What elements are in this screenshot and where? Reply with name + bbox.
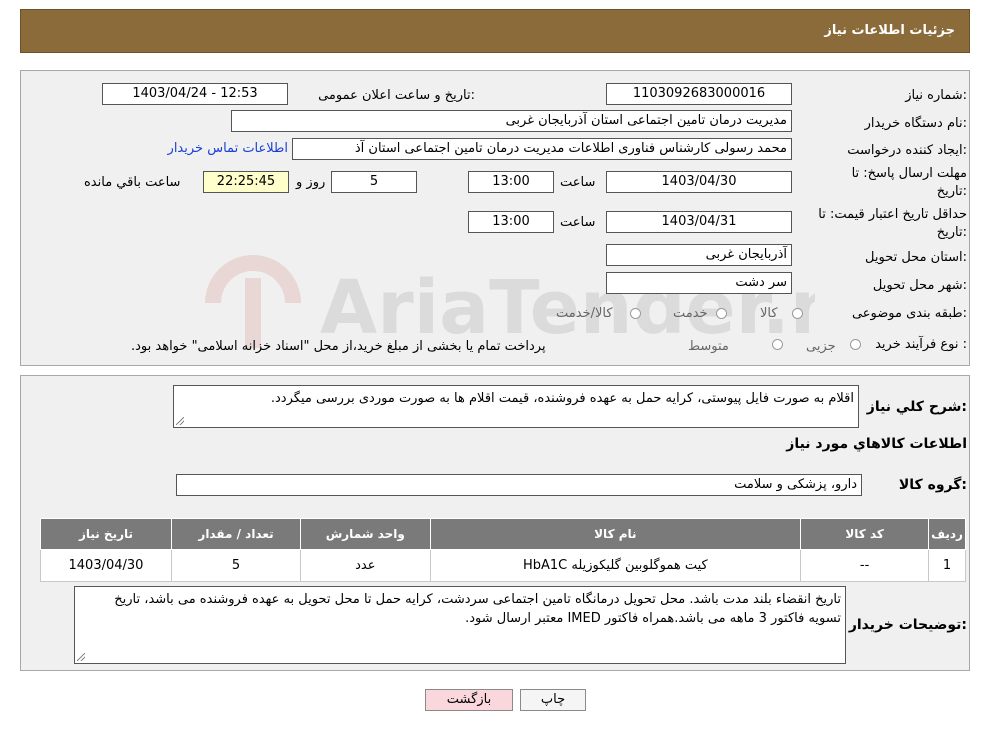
- reply-time-label: ساعت: [560, 175, 596, 190]
- col-code-header: کد کالا: [800, 518, 930, 550]
- table-row: 1 -- کیت هموگلوبین گلیکوزیله HbA1C عدد 5…: [40, 549, 966, 582]
- col-qty-header: تعداد / مقدار: [170, 518, 302, 550]
- buyer-org-label: نام دستگاه خریدار:: [864, 116, 967, 131]
- print-button[interactable]: چاپ: [520, 689, 586, 711]
- cell-code: --: [800, 549, 930, 582]
- reply-deadline-label-2: تاریخ:: [936, 184, 967, 199]
- reply-deadline-time: 13:00: [468, 171, 554, 193]
- items-table: ردیف کد کالا نام کالا واحد شمارش تعداد /…: [40, 518, 966, 582]
- price-validity-time-label: ساعت: [560, 215, 596, 230]
- purchase-partial-label: جزیی: [806, 339, 836, 354]
- buyer-notes-text: تاریخ انقضاء بلند مدت باشد. محل تحویل در…: [114, 592, 841, 626]
- page-title: جزئیات اطلاعات نیاز: [824, 23, 955, 38]
- description-resize-grip[interactable]: [176, 417, 184, 425]
- purchase-partial-radio[interactable]: [850, 339, 861, 350]
- price-validity-time: 13:00: [468, 211, 554, 233]
- requester-label: ایجاد کننده درخواست:: [847, 143, 967, 158]
- delivery-province-field: آذربایجان غربی: [606, 244, 792, 266]
- buyer-contact-link[interactable]: اطلاعات تماس خریدار: [168, 141, 288, 156]
- buyer-notes-resize-grip[interactable]: [77, 653, 85, 661]
- remaining-time-field: 22:25:45: [203, 171, 289, 193]
- purchase-type-label: نوع فرآیند خرید :: [875, 337, 967, 352]
- cell-qty: 5: [170, 549, 302, 582]
- price-validity-label-2: تاریخ:: [936, 225, 967, 240]
- purchase-note: پرداخت تمام یا بخشی از مبلغ خرید،از محل …: [131, 339, 546, 354]
- back-button[interactable]: بازگشت: [425, 689, 513, 711]
- description-field: اقلام به صورت فایل پیوستی، کرایه حمل به …: [173, 385, 859, 428]
- reply-deadline-label-1: مهلت ارسال پاسخ: تا: [851, 166, 967, 181]
- reply-days-label: روز و: [296, 175, 326, 190]
- category-label: طبقه بندی موضوعی:: [851, 306, 967, 321]
- announce-datetime-label: تاریخ و ساعت اعلان عمومی:: [318, 88, 475, 103]
- category-goods-service-radio[interactable]: [630, 308, 641, 319]
- delivery-city-label: شهر محل تحویل:: [872, 278, 967, 293]
- col-date-header: تاریخ نیاز: [40, 518, 172, 550]
- cell-unit: عدد: [300, 549, 431, 582]
- cell-name: کیت هموگلوبین گلیکوزیله HbA1C: [429, 549, 802, 582]
- buyer-org-field: مدیریت درمان تامین اجتماعی استان آذربایج…: [231, 110, 792, 132]
- category-service-radio[interactable]: [716, 308, 727, 319]
- need-number-label: شماره نیاز:: [905, 88, 967, 103]
- col-row-header: ردیف: [928, 518, 966, 550]
- price-validity-date: 1403/04/31: [606, 211, 792, 233]
- description-text: اقلام به صورت فایل پیوستی، کرایه حمل به …: [270, 391, 854, 406]
- category-service-label: خدمت: [673, 306, 708, 321]
- buyer-notes-label: توضیحات خریدار:: [848, 617, 967, 633]
- description-label: شرح کلي نياز:: [866, 399, 967, 415]
- reply-deadline-date: 1403/04/30: [606, 171, 792, 193]
- items-table-header-row: ردیف کد کالا نام کالا واحد شمارش تعداد /…: [40, 518, 966, 550]
- goods-group-field: دارو، پزشکی و سلامت: [176, 474, 862, 496]
- goods-group-label: گروه کالا:: [898, 477, 967, 493]
- cell-row: 1: [928, 549, 966, 582]
- col-unit-header: واحد شمارش: [300, 518, 431, 550]
- announce-datetime-field: 1403/04/24 - 12:53: [102, 83, 288, 105]
- page-header: جزئیات اطلاعات نیاز: [20, 9, 970, 53]
- requester-field: محمد رسولی کارشناس فناوری اطلاعات مدیریت…: [292, 138, 792, 160]
- cell-date: 1403/04/30: [40, 549, 172, 582]
- category-goods-label: کالا: [760, 306, 778, 321]
- col-name-header: نام کالا: [429, 518, 802, 550]
- delivery-province-label: استان محل تحویل:: [865, 250, 967, 265]
- remaining-time-label: ساعت باقي مانده: [84, 175, 181, 190]
- buyer-notes-field: تاریخ انقضاء بلند مدت باشد. محل تحویل در…: [74, 586, 846, 664]
- delivery-city-field: سر دشت: [606, 272, 792, 294]
- reply-days-field: 5: [331, 171, 417, 193]
- price-validity-label-1: حداقل تاریخ اعتبار قیمت: تا: [818, 207, 967, 222]
- purchase-medium-label: متوسط: [688, 339, 729, 354]
- purchase-medium-radio[interactable]: [772, 339, 783, 350]
- category-goods-service-label: کالا/خدمت: [556, 306, 613, 321]
- category-goods-radio[interactable]: [792, 308, 803, 319]
- items-section-title: اطلاعات کالاهاي مورد نياز: [786, 436, 967, 452]
- need-number-field: 1103092683000016: [606, 83, 792, 105]
